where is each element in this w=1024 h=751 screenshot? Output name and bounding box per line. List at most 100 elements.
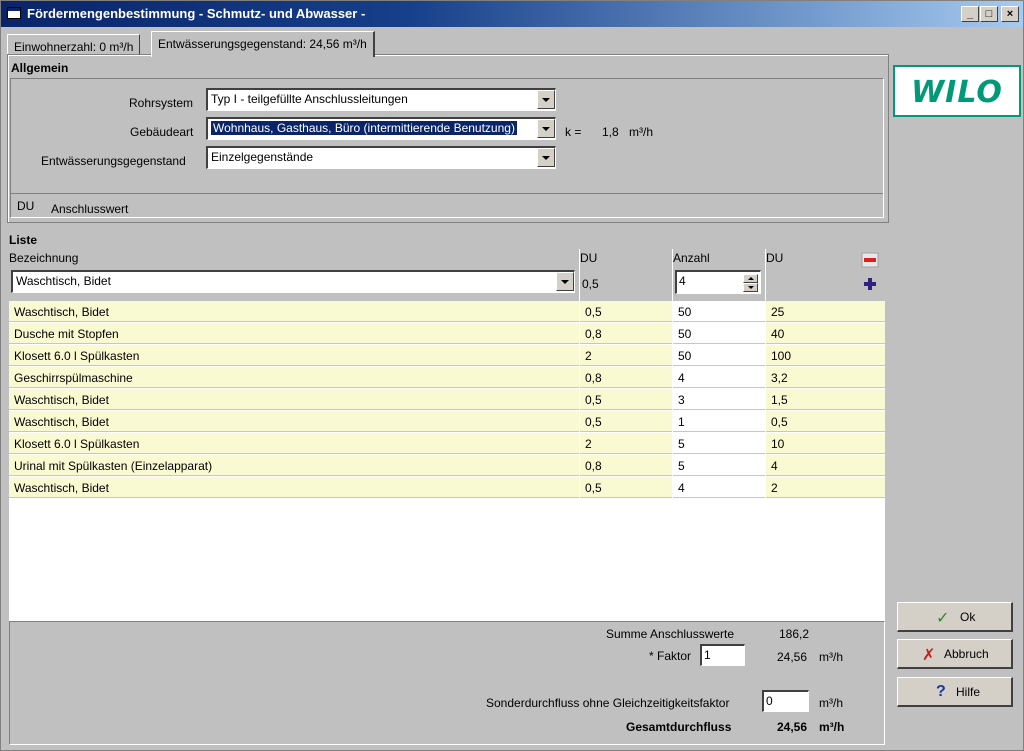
ok-button[interactable]: ✓ Ok — [897, 602, 1013, 632]
cell-anzahl[interactable]: 1 — [673, 411, 765, 432]
table-row[interactable]: Urinal mit Spülkasten (Einzelapparat) 0,8… — [9, 455, 885, 477]
minimize-button[interactable]: _ — [961, 6, 979, 22]
cell-bezeichnung: Waschtisch, Bidet — [9, 477, 579, 498]
cell-bezeichnung: Dusche mit Stopfen — [9, 323, 579, 344]
tab-entwaesserungsgegenstand-label: Entwässerungsgegenstand: 24,56 m³/h — [158, 37, 367, 51]
header-bezeichnung: Bezeichnung Waschtisch, Bidet — [9, 249, 579, 301]
table-row[interactable]: Klosett 6.0 l Spülkasten 2 5 10 — [9, 433, 885, 455]
faktor-result: 24,56 — [777, 650, 808, 664]
table-row[interactable]: Waschtisch, Bidet 0,5 1 0,5 — [9, 411, 885, 433]
title-bar[interactable]: Fördermengenbestimmung - Schmutz- und Ab… — [1, 1, 1023, 27]
cell-du: 0,8 — [580, 367, 672, 388]
cell-bezeichnung: Urinal mit Spülkasten (Einzelapparat) — [9, 455, 579, 476]
window-title: Fördermengenbestimmung - Schmutz- und Ab… — [27, 6, 366, 21]
cell-anzahl[interactable]: 50 — [673, 301, 765, 322]
table-row[interactable]: Dusche mit Stopfen 0,8 50 40 — [9, 323, 885, 345]
table-row[interactable]: Geschirrspülmaschine 0,8 4 3,2 — [9, 367, 885, 389]
k-label: k = — [565, 125, 582, 139]
gegenstand-label: Entwässerungsgegenstand — [41, 154, 186, 168]
table-row[interactable]: Waschtisch, Bidet 0,5 4 2 — [9, 477, 885, 499]
cell-anzahl[interactable]: 4 — [673, 477, 765, 498]
cell-anzahl[interactable]: 50 — [673, 345, 765, 366]
cell-du: 0,8 — [580, 455, 672, 476]
tab-einwohnerzahl[interactable]: Einwohnerzahl: 0 m³/h — [7, 34, 141, 55]
wilo-logo: WILO — [893, 65, 1021, 117]
anzahl-spin-buttons[interactable] — [743, 274, 758, 293]
anzahl-input-value: 4 — [679, 274, 686, 288]
gegenstand-value: Einzelgegenstände — [211, 150, 314, 164]
cell-anzahl[interactable]: 50 — [673, 323, 765, 344]
col-anzahl-label: Anzahl — [673, 251, 710, 265]
chevron-down-icon[interactable] — [556, 272, 574, 291]
cell-anzahl[interactable]: 5 — [673, 433, 765, 454]
cell-du: 0,5 — [580, 389, 672, 410]
anzahl-spinner[interactable]: 4 — [675, 270, 761, 294]
gebaeudeart-select[interactable]: Wohnhaus, Gasthaus, Büro (intermittieren… — [206, 117, 556, 140]
cell-du-total: 1,5 — [766, 389, 885, 410]
table-row[interactable]: Klosett 6.0 l Spülkasten 2 50 100 — [9, 345, 885, 367]
cell-anzahl[interactable]: 5 — [673, 455, 765, 476]
hilfe-button[interactable]: ? Hilfe — [897, 677, 1013, 707]
cell-bezeichnung: Klosett 6.0 l Spülkasten — [9, 433, 579, 454]
dialog-window: Fördermengenbestimmung - Schmutz- und Ab… — [0, 0, 1024, 751]
cell-bezeichnung: Waschtisch, Bidet — [9, 301, 579, 322]
cell-du: 2 — [580, 345, 672, 366]
abbruch-button-label: Abbruch — [944, 647, 989, 661]
divider — [11, 193, 883, 194]
gebaeudeart-label: Gebäudeart — [130, 125, 194, 139]
chevron-down-icon[interactable] — [537, 90, 555, 109]
cell-du-total: 40 — [766, 323, 885, 344]
minus-icon — [861, 252, 879, 268]
add-row-button[interactable] — [861, 276, 879, 292]
summe-label: Summe Anschlusswerte — [606, 627, 735, 641]
header-du: DU 0,5 — [580, 249, 672, 301]
anschlusswert-label: Anschlusswert — [51, 202, 129, 216]
du-input-value: 0,5 — [582, 277, 599, 291]
cell-bezeichnung: Waschtisch, Bidet — [9, 389, 579, 410]
faktor-label: * Faktor — [649, 649, 692, 663]
sonder-input[interactable]: 0 — [762, 690, 809, 712]
cell-anzahl[interactable]: 4 — [673, 367, 765, 388]
tab-einwohnerzahl-label: Einwohnerzahl: 0 m³/h — [14, 40, 134, 54]
rohrsystem-select[interactable]: Typ I - teilgefüllte Anschlussleitungen — [206, 88, 556, 111]
k-value: 1,8 — [602, 125, 619, 139]
table-row[interactable]: Waschtisch, Bidet 0,5 3 1,5 — [9, 389, 885, 411]
spin-down-icon[interactable] — [743, 283, 758, 292]
summary-panel — [9, 621, 885, 745]
cell-du: 0,5 — [580, 411, 672, 432]
table-row[interactable]: Waschtisch, Bidet 0,5 50 25 — [9, 301, 885, 323]
chevron-down-icon[interactable] — [537, 148, 555, 167]
tab-entwaesserungsgegenstand[interactable]: Entwässerungsgegenstand: 24,56 m³/h — [151, 31, 375, 57]
header-du2: DU — [766, 249, 885, 301]
abbruch-button[interactable]: ✗ Abbruch — [897, 639, 1013, 669]
chevron-down-icon[interactable] — [537, 119, 555, 138]
maximize-button[interactable]: □ — [980, 6, 998, 22]
cell-anzahl[interactable]: 3 — [673, 389, 765, 410]
checkmark-icon: ✓ — [936, 610, 950, 627]
hilfe-button-label: Hilfe — [956, 685, 981, 699]
remove-row-button[interactable] — [861, 252, 879, 268]
bezeichnung-select[interactable]: Waschtisch, Bidet — [11, 270, 575, 293]
rohrsystem-label: Rohrsystem — [129, 96, 194, 110]
sonder-unit: m³/h — [819, 696, 843, 710]
ok-button-label: Ok — [960, 610, 976, 624]
cell-du-total: 10 — [766, 433, 885, 454]
gegenstand-select[interactable]: Einzelgegenstände — [206, 146, 556, 169]
cell-bezeichnung: Klosett 6.0 l Spülkasten — [9, 345, 579, 366]
wilo-logo-text: WILO — [911, 75, 1003, 110]
faktor-input[interactable]: 1 — [700, 644, 745, 666]
close-button[interactable]: × — [1001, 6, 1019, 22]
gebaeudeart-value: Wohnhaus, Gasthaus, Büro (intermittieren… — [211, 121, 517, 135]
col-bezeichnung-label: Bezeichnung — [9, 251, 79, 265]
cell-du: 0,5 — [580, 477, 672, 498]
gesamt-unit: m³/h — [819, 720, 845, 734]
cell-du-total: 25 — [766, 301, 885, 322]
bezeichnung-input-value: Waschtisch, Bidet — [16, 274, 111, 288]
cell-du: 0,8 — [580, 323, 672, 344]
cell-du-total: 100 — [766, 345, 885, 366]
du-label: DU — [17, 199, 35, 213]
cell-du: 2 — [580, 433, 672, 454]
allgemein-title: Allgemein — [11, 61, 69, 75]
cell-bezeichnung: Waschtisch, Bidet — [9, 411, 579, 432]
spin-up-icon[interactable] — [743, 274, 758, 283]
